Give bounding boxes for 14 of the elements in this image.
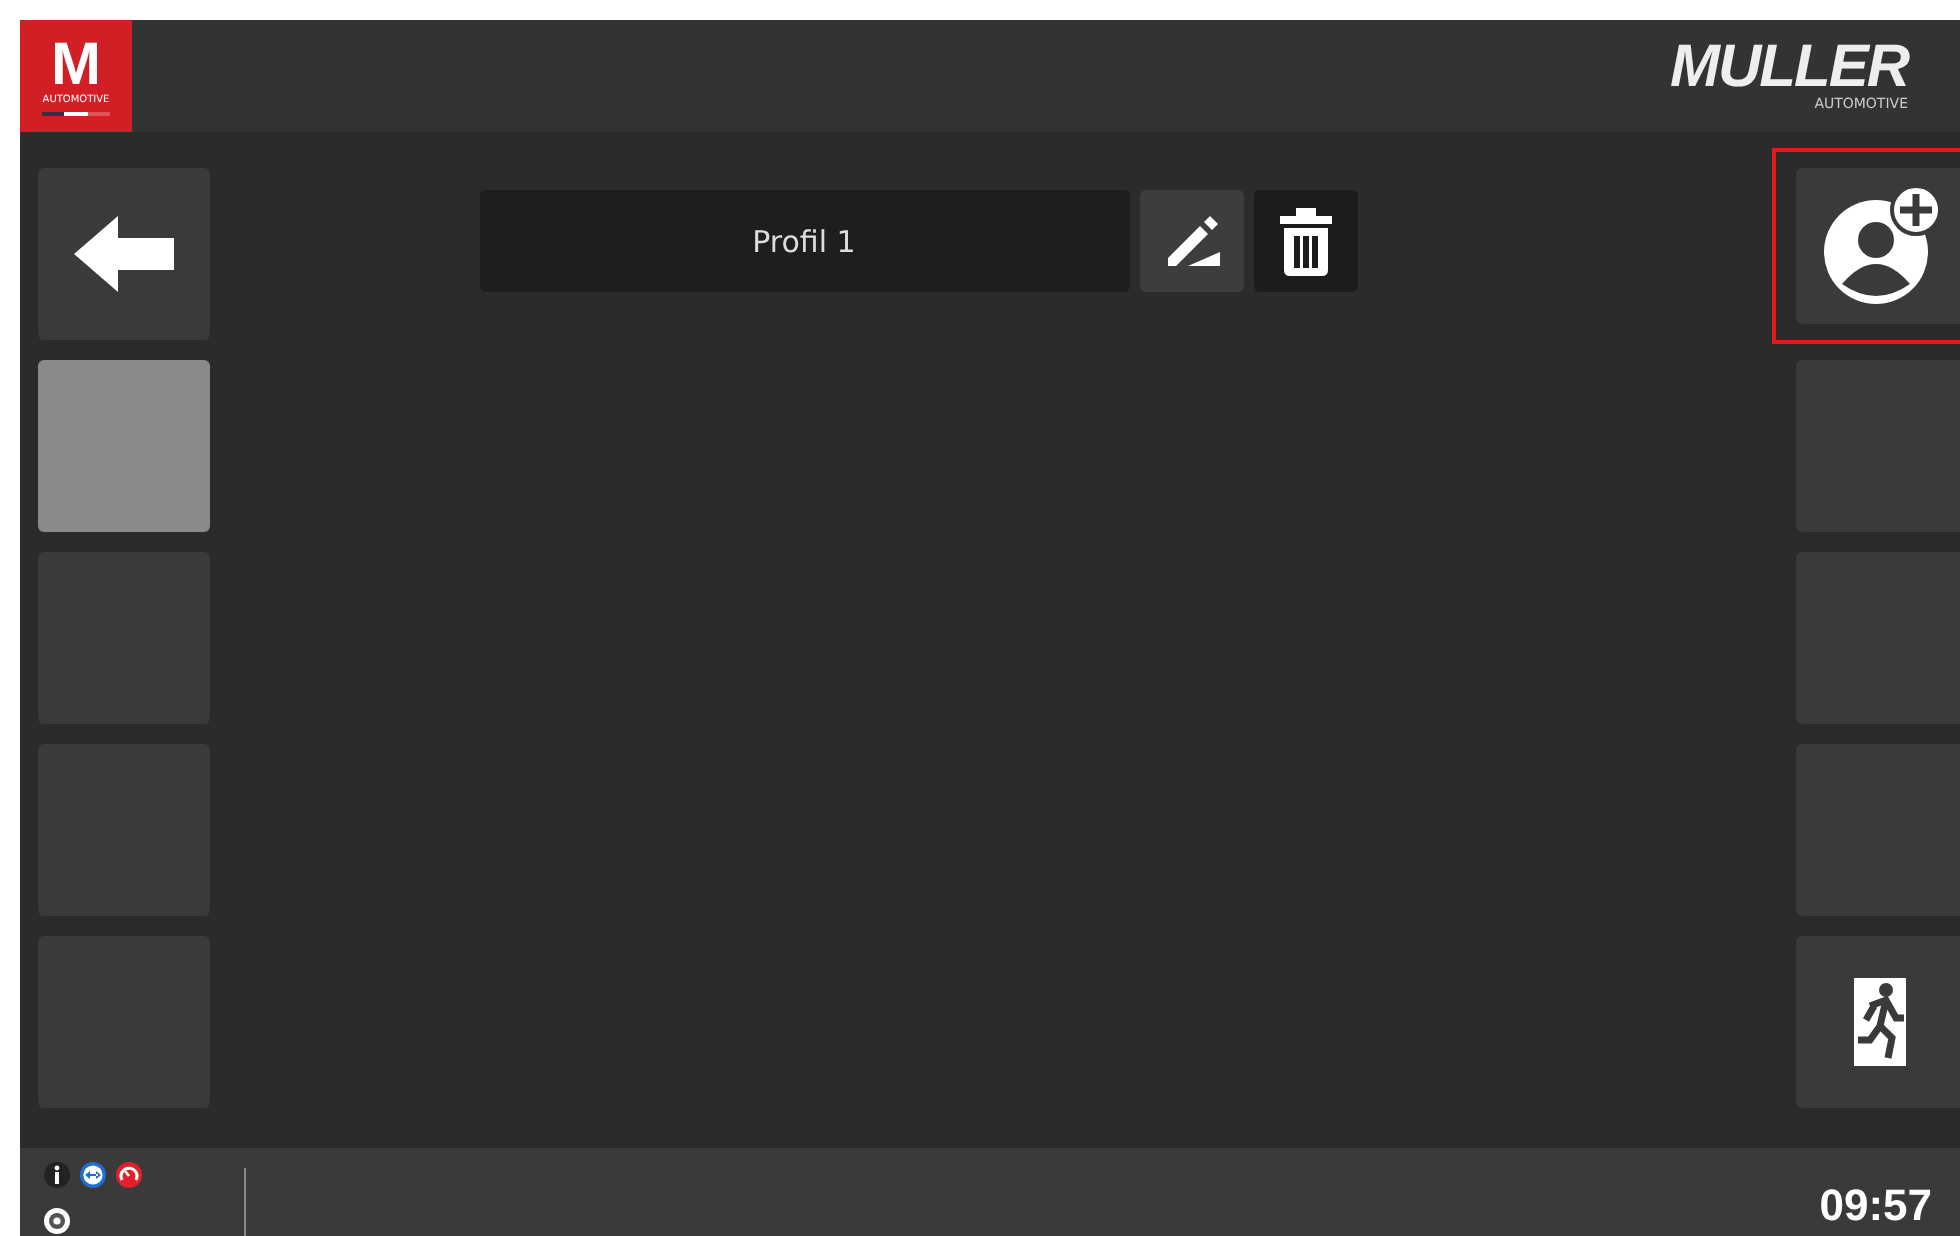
gauge-icon[interactable] xyxy=(116,1162,142,1188)
settings-icon[interactable] xyxy=(44,1208,70,1234)
back-button[interactable] xyxy=(38,168,210,340)
remote-icon[interactable] xyxy=(80,1162,106,1188)
add-user-button[interactable] xyxy=(1796,168,1960,324)
clock-time: 09:57 xyxy=(1819,1180,1934,1234)
running-exit-icon xyxy=(1849,978,1909,1066)
info-icon[interactable] xyxy=(44,1162,70,1188)
delete-button[interactable] xyxy=(1253,190,1357,292)
exit-button[interactable] xyxy=(1796,936,1960,1108)
edit-button[interactable] xyxy=(1139,190,1243,292)
trash-icon xyxy=(1279,207,1331,275)
arrow-left-icon xyxy=(74,216,174,292)
profile-name-field[interactable]: Profil 1 xyxy=(479,190,1129,292)
